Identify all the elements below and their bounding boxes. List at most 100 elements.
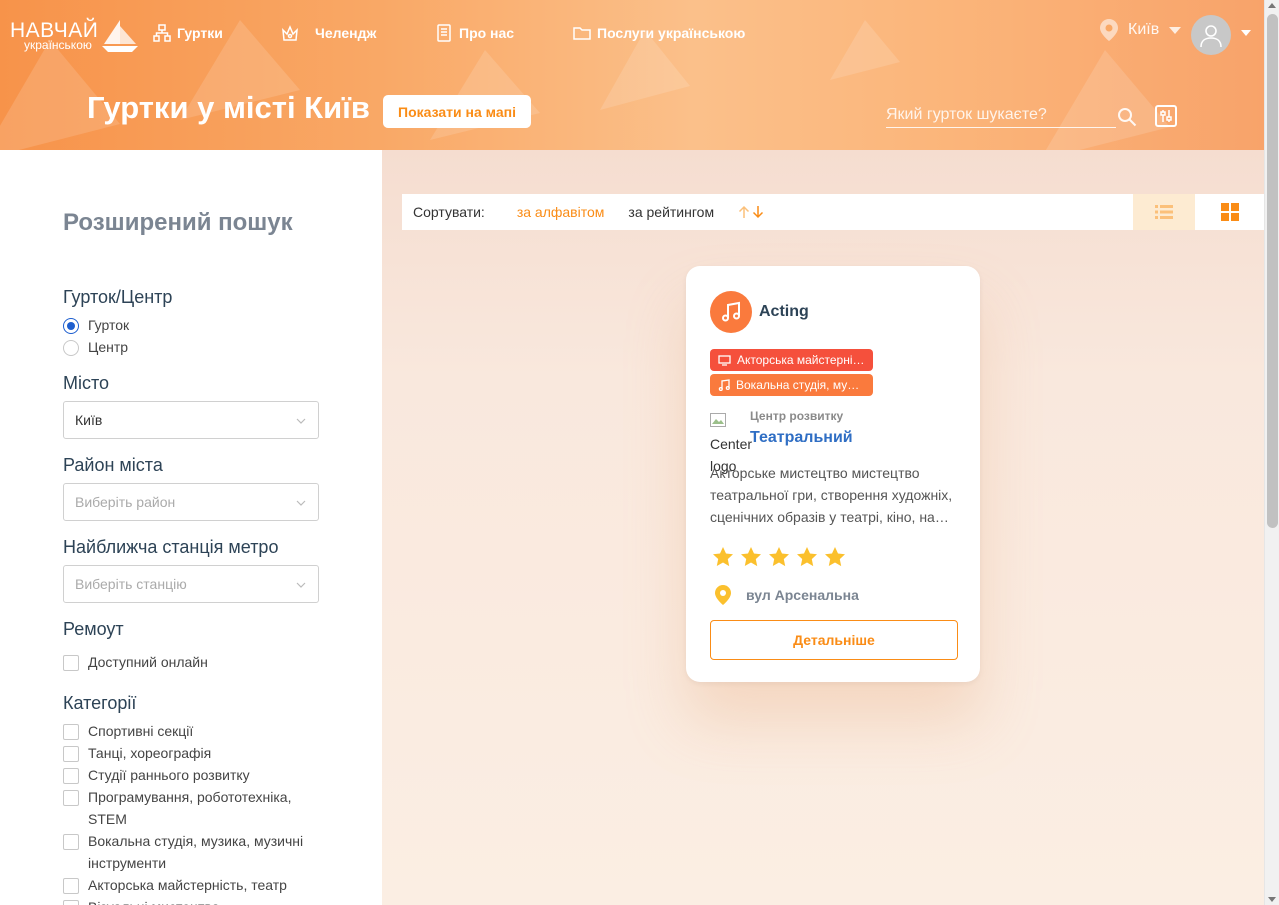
categories-label: Категорії: [63, 693, 137, 713]
city-filter-label: Місто: [63, 373, 110, 393]
paper-boat-decoration: [1040, 50, 1170, 150]
user-menu-caret-icon[interactable]: [1241, 30, 1251, 36]
type-filter-label: Гурток/Центр: [63, 287, 173, 307]
checkbox[interactable]: [63, 768, 79, 784]
star-icon: [713, 547, 733, 567]
logo-sub-text: українською: [24, 37, 92, 52]
nav-services-label: Послуги українською: [597, 25, 746, 41]
nav-services[interactable]: Послуги українською: [573, 24, 745, 42]
chevron-down-icon: [296, 500, 306, 506]
city-selector-label: Київ: [1128, 21, 1160, 38]
paper-boat-decoration: [830, 20, 900, 80]
metro-select-placeholder: Виберіть станцію: [75, 576, 187, 592]
star-icon: [769, 547, 789, 567]
sort-rating-option[interactable]: за рейтингом: [628, 204, 714, 220]
header: НАВЧАЙ українською Гуртки Челендж Про на…: [0, 0, 1264, 150]
scroll-down-arrow-icon[interactable]: [1268, 897, 1276, 902]
details-button[interactable]: Детальніше: [710, 620, 958, 660]
category-tag-label: Акторська майстерність, театр: [737, 353, 865, 367]
paper-boat-decoration: [600, 30, 690, 110]
results-area: Сортувати: за алфавітом за рейтингом Act…: [382, 150, 1264, 905]
category-label: Візуальні мистецтва: [88, 896, 220, 905]
grid-icon: [1220, 203, 1239, 221]
radio-center[interactable]: Центр: [63, 339, 128, 356]
show-on-map-button[interactable]: Показати на мапі: [383, 95, 531, 128]
checkbox[interactable]: [63, 724, 79, 740]
scrollbar-thumb[interactable]: [1267, 14, 1278, 528]
advanced-search-sidebar: Розширений пошук Гурток/Центр Гурток Цен…: [0, 150, 382, 905]
list-icon: [1155, 205, 1173, 219]
category-label: Танці, хореографія: [88, 745, 212, 761]
theater-icon: [718, 354, 731, 366]
advanced-search-icon[interactable]: [1155, 105, 1177, 127]
category-tag-label: Вокальна студія, музика, музичні інструм…: [736, 378, 864, 392]
scroll-up-arrow-icon[interactable]: [1268, 3, 1276, 8]
chevron-down-icon: [1169, 26, 1182, 34]
list-view-toggle[interactable]: [1133, 194, 1195, 230]
checkbox[interactable]: [63, 746, 79, 762]
metro-filter-label: Найближча станція метро: [63, 537, 279, 557]
arrow-down-icon[interactable]: [752, 205, 764, 219]
club-card[interactable]: Acting Акторська майстерність, театр Вок…: [686, 266, 980, 682]
online-checkbox[interactable]: Доступний онлайн: [63, 654, 208, 673]
metro-select[interactable]: Виберіть станцію: [63, 565, 319, 603]
category-label: Акторська майстерність, театр: [88, 877, 287, 893]
sort-alphabet-option[interactable]: за алфавітом: [517, 204, 605, 220]
category-checkbox[interactable]: Спортивні секції: [63, 723, 193, 742]
radio-club[interactable]: Гурток: [63, 317, 129, 334]
checkbox[interactable]: [63, 790, 79, 806]
radio-club-label: Гурток: [88, 317, 130, 333]
remote-filter-label: Ремоут: [63, 619, 124, 639]
category-checkbox[interactable]: Візуальні мистецтва: [63, 899, 220, 905]
star-icon: [825, 547, 845, 567]
arrow-up-icon[interactable]: [738, 205, 750, 219]
category-label: Спортивні секції: [88, 723, 194, 739]
club-title[interactable]: Acting: [759, 303, 809, 321]
center-name-link[interactable]: Театральний: [750, 429, 853, 447]
page-title: Гуртки у місті Київ: [87, 90, 370, 125]
checkbox[interactable]: [63, 655, 79, 671]
category-label: Програмування, робототехніка, STEM: [88, 789, 292, 827]
category-checkbox[interactable]: Студії раннього розвитку: [63, 767, 250, 786]
location-pin-icon: [1100, 19, 1118, 41]
search-icon[interactable]: [1117, 107, 1137, 127]
checkbox[interactable]: [63, 878, 79, 894]
club-address: вул Арсенальна: [746, 587, 859, 603]
checkbox[interactable]: [63, 900, 79, 905]
online-checkbox-label: Доступний онлайн: [88, 654, 208, 670]
search-input[interactable]: [886, 102, 1116, 127]
logo[interactable]: НАВЧАЙ українською: [10, 18, 139, 52]
city-selector[interactable]: Київ: [1098, 18, 1182, 42]
page-scrollbar[interactable]: [1264, 0, 1279, 905]
category-tag: Акторська майстерність, театр: [710, 349, 873, 371]
nav-about[interactable]: Про нас: [435, 24, 514, 42]
district-select[interactable]: Виберіть район: [63, 483, 319, 521]
center-type: Центр розвитку: [750, 409, 844, 423]
nav-clubs[interactable]: Гуртки: [153, 24, 223, 42]
location-pin-icon: [715, 585, 731, 605]
category-checkbox[interactable]: Вокальна студія, музика, музичні інструм…: [63, 833, 313, 874]
category-checkbox[interactable]: Акторська майстерність, театр: [63, 877, 287, 896]
sort-bar: Сортувати: за алфавітом за рейтингом: [402, 194, 1264, 230]
chevron-down-icon: [296, 582, 306, 588]
search-field[interactable]: [886, 102, 1116, 128]
city-select[interactable]: Київ: [63, 401, 319, 439]
star-icon: [741, 547, 761, 567]
document-icon: [437, 24, 451, 42]
category-tag: Вокальна студія, музика, музичні інструм…: [710, 374, 873, 396]
district-filter-label: Район міста: [63, 455, 163, 475]
broken-image-icon: [710, 413, 726, 427]
user-icon: [1200, 25, 1222, 48]
category-checkbox[interactable]: Програмування, робототехніка, STEM: [63, 789, 308, 830]
chevron-down-icon: [296, 418, 306, 424]
radio-button[interactable]: [63, 318, 79, 334]
radio-button[interactable]: [63, 340, 79, 356]
category-label: Студії раннього розвитку: [88, 767, 250, 783]
category-checkbox[interactable]: Танці, хореографія: [63, 745, 211, 764]
checkbox[interactable]: [63, 834, 79, 850]
nav-challenge[interactable]: Челендж: [281, 24, 376, 42]
grid-view-toggle[interactable]: [1195, 194, 1264, 230]
avatar[interactable]: [1191, 15, 1231, 55]
nav-about-label: Про нас: [459, 25, 515, 41]
rating-stars: [712, 546, 846, 567]
